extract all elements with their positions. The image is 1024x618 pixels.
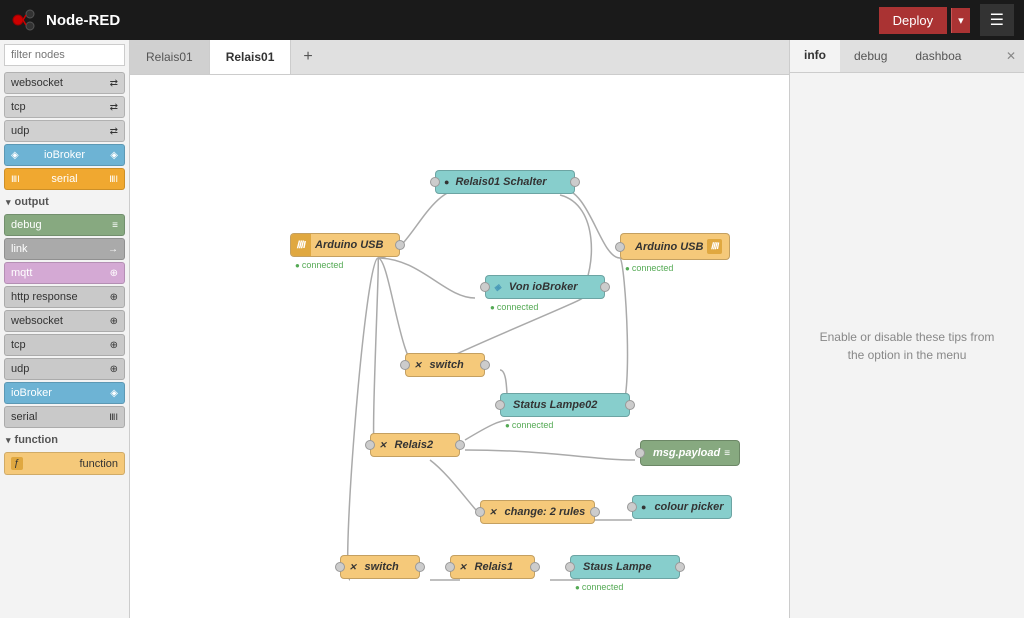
right-controls: Deploy ▾ ☰: [879, 4, 1014, 36]
sidebar-node-debug[interactable]: debug ≡: [4, 214, 125, 236]
port-left: [430, 177, 440, 187]
sidebar-node-websocket-out[interactable]: websocket ⊕: [4, 310, 125, 332]
sidebar-node-link[interactable]: link →: [4, 238, 125, 260]
connected-label-5: connected: [575, 582, 623, 592]
flow-wires: [130, 75, 789, 618]
port-left: [445, 562, 455, 572]
info-tip-text: Enable or disable these tips from the op…: [810, 328, 1004, 364]
port-left: [615, 242, 625, 252]
port-left: [627, 502, 637, 512]
node-switch1[interactable]: ✕ switch: [405, 353, 485, 377]
sidebar-section-output[interactable]: ▾ output: [0, 192, 129, 212]
port-left: [400, 360, 410, 370]
sidebar-node-http-response[interactable]: http response ⊕: [4, 286, 125, 308]
connected-label-4: connected: [505, 420, 553, 430]
node-icon-stripe: ⅢI: [291, 234, 311, 256]
node-arduino-usb-in[interactable]: ⅢI Arduino USB connected: [290, 233, 400, 257]
connected-label-2: connected: [625, 263, 673, 273]
sidebar-node-mqtt[interactable]: mqtt ⊕: [4, 262, 125, 284]
port-left: [335, 562, 345, 572]
logo-icon: [10, 6, 38, 34]
tab-relais01-1[interactable]: Relais01: [130, 40, 210, 74]
sidebar-node-websocket[interactable]: websocket ⇄: [4, 72, 125, 94]
sidebar-node-serial-in[interactable]: ⅢI serial ⅢI: [4, 168, 125, 190]
node-relais1[interactable]: ✕ Relais1: [450, 555, 535, 579]
node-von-iobroker[interactable]: ◈ Von ioBroker connected: [485, 275, 605, 299]
port-right: [625, 400, 635, 410]
right-panel-content: Enable or disable these tips from the op…: [790, 73, 1024, 618]
function-label: function: [15, 434, 58, 446]
port-left: [475, 507, 485, 517]
right-tab-dashboard[interactable]: dashboa: [901, 41, 975, 71]
port-right: [530, 562, 540, 572]
menu-button[interactable]: ☰: [980, 4, 1014, 36]
deploy-dropdown-button[interactable]: ▾: [951, 8, 970, 33]
port-left: [495, 400, 505, 410]
port-right: [600, 282, 610, 292]
node-arduino-usb-out[interactable]: Arduino USB ⅢI connected: [620, 233, 730, 260]
right-panel-tabs: info debug dashboa ✕: [790, 40, 1024, 73]
port-left: [365, 440, 375, 450]
node-switch2[interactable]: ✕ switch: [340, 555, 420, 579]
app-title: Node-RED: [46, 12, 120, 29]
right-panel: info debug dashboa ✕ Enable or disable t…: [789, 40, 1024, 618]
output-chevron: ▾: [6, 197, 11, 208]
tab-relais01-2[interactable]: Relais01: [210, 40, 292, 74]
node-change-2-rules[interactable]: ✕ change: 2 rules: [480, 500, 595, 524]
port-right: [455, 440, 465, 450]
sidebar-node-serial-out[interactable]: serial ⅢI: [4, 406, 125, 428]
node-colour-picker[interactable]: ● colour picker: [632, 495, 732, 519]
deploy-button[interactable]: Deploy: [879, 7, 947, 34]
sidebar-node-udp[interactable]: udp ⇄: [4, 120, 125, 142]
sidebar-node-function[interactable]: ƒ function: [4, 452, 125, 475]
port-right: [480, 360, 490, 370]
sidebar-node-tcp[interactable]: tcp ⇄: [4, 96, 125, 118]
right-tab-info[interactable]: info: [790, 40, 840, 72]
sidebar-node-tcp-out[interactable]: tcp ⊕: [4, 334, 125, 356]
node-status-lampe02[interactable]: Status Lampe02 connected: [500, 393, 630, 417]
port-right: [395, 240, 405, 250]
port-left: [480, 282, 490, 292]
sidebar-section-function[interactable]: ▾ function: [0, 430, 129, 450]
canvas-area: Relais01 Relais01 +: [130, 40, 789, 618]
connected-label: connected: [295, 260, 343, 270]
right-tab-debug[interactable]: debug: [840, 41, 901, 71]
port-right: [415, 562, 425, 572]
tab-bar: Relais01 Relais01 +: [130, 40, 789, 75]
port-right: [675, 562, 685, 572]
flow-canvas[interactable]: ● Relais01 Schalter ⅢI Arduino USB conne…: [130, 75, 789, 618]
right-panel-close[interactable]: ✕: [998, 45, 1024, 67]
logo: Node-RED: [10, 6, 120, 34]
sidebar: websocket ⇄ tcp ⇄ udp ⇄ ◈ ioBroker ◈ ⅢI …: [0, 40, 130, 618]
connected-label-3: connected: [490, 302, 538, 312]
port-left: [635, 448, 645, 458]
node-relais01-schalter[interactable]: ● Relais01 Schalter: [435, 170, 575, 194]
topbar: Node-RED Deploy ▾ ☰: [0, 0, 1024, 40]
node-msg-payload[interactable]: msg.payload ≡: [640, 440, 740, 466]
node-relais2[interactable]: ✕ Relais2: [370, 433, 460, 457]
function-chevron: ▾: [6, 435, 11, 446]
port-right: [590, 507, 600, 517]
filter-nodes-input[interactable]: [4, 44, 125, 66]
main-layout: websocket ⇄ tcp ⇄ udp ⇄ ◈ ioBroker ◈ ⅢI …: [0, 40, 1024, 618]
sidebar-node-iobroker-in[interactable]: ◈ ioBroker ◈: [4, 144, 125, 166]
output-label: output: [15, 196, 49, 208]
port-right: [570, 177, 580, 187]
add-tab-button[interactable]: +: [291, 40, 324, 74]
sidebar-node-udp-out[interactable]: udp ⊕: [4, 358, 125, 380]
node-staus-lampe[interactable]: Staus Lampe connected: [570, 555, 680, 579]
port-left: [565, 562, 575, 572]
sidebar-node-iobroker-out[interactable]: ioBroker ◈: [4, 382, 125, 404]
